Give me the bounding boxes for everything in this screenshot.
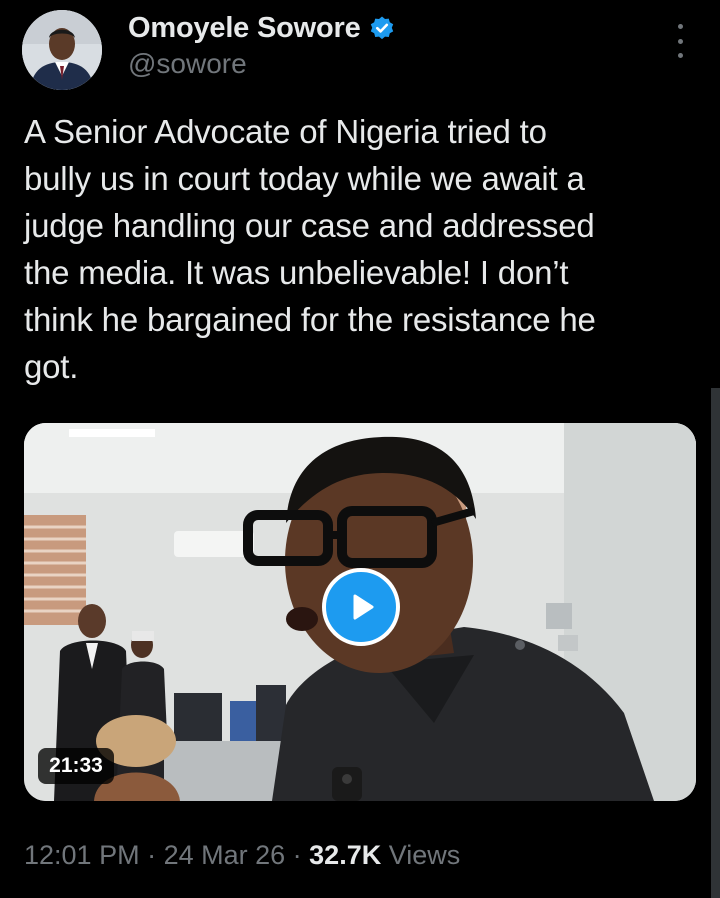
more-dot [677,38,683,44]
play-icon [353,594,374,620]
scrollbar[interactable] [711,388,720,898]
author-display-name[interactable]: Omoyele Sowore [128,12,361,45]
video-duration-badge: 21:33 [38,748,114,784]
more-options-icon[interactable] [668,24,692,58]
views-label[interactable]: Views [389,840,461,870]
author-avatar[interactable] [22,10,102,90]
more-dot [677,53,683,58]
avatar-image [22,10,102,90]
author-name-row[interactable]: Omoyele Sowore [128,10,395,46]
meta-separator: · [285,840,310,870]
views-count[interactable]: 32.7K [309,840,381,870]
meta-separator: · [139,840,164,870]
tweet-text: A Senior Advocate of Nigeria tried to bu… [24,113,596,385]
tweet-time[interactable]: 12:01 PM [24,840,140,870]
verified-badge-icon [369,15,395,41]
tweet-meta: 12:01 PM · 24 Mar 26 · 32.7K Views [24,840,460,871]
author-handle[interactable]: @sowore [128,48,247,80]
tweet-date[interactable]: 24 Mar 26 [164,840,286,870]
play-button[interactable] [322,568,400,646]
more-dot [677,24,683,29]
